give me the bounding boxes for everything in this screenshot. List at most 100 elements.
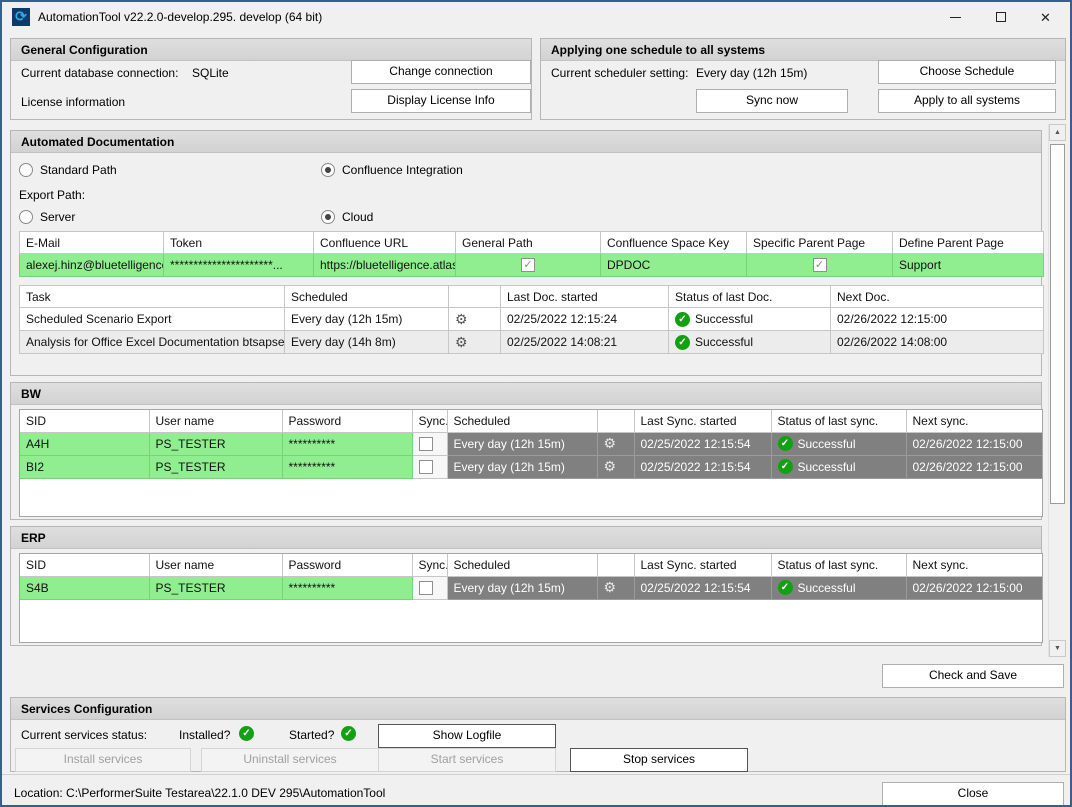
sync-cell[interactable] — [412, 432, 447, 455]
specific-parent-cell[interactable]: ✓ — [747, 254, 893, 277]
bw-group: BW SID User name Password Sync. Schedule… — [10, 382, 1042, 520]
user-cell[interactable]: PS_TESTER — [149, 576, 282, 599]
confluence-data-row: alexej.hinz@bluetelligence... **********… — [20, 254, 1044, 277]
display-license-info-button[interactable]: Display License Info — [351, 89, 531, 113]
standard-path-label: Standard Path — [40, 163, 117, 177]
sync-arrows-icon: ⟳ — [15, 8, 27, 24]
task-started: 02/25/2022 12:15:24 — [501, 308, 669, 331]
task-row: Scheduled Scenario Export Every day (12h… — [20, 308, 1044, 331]
scroll-up-button[interactable]: ▲ — [1049, 124, 1066, 141]
schedule-settings-cell[interactable]: ⚙ — [597, 576, 634, 599]
bw-table: SID User name Password Sync. Scheduled L… — [20, 410, 1043, 479]
success-check-icon: ✓ — [675, 335, 690, 350]
server-radio[interactable] — [19, 210, 33, 224]
confluence-url-cell[interactable]: https://bluetelligence.atlas... — [314, 254, 456, 277]
scroll-down-icon: ▼ — [1054, 645, 1061, 652]
erp-group: ERP SID User name Password Sync. Schedul… — [10, 526, 1042, 646]
started-check-icon: ✓ — [341, 726, 356, 741]
token-cell[interactable]: **********************... — [164, 254, 314, 277]
general-path-checkbox[interactable]: ✓ — [521, 258, 535, 272]
sync-now-button[interactable]: Sync now — [696, 89, 848, 113]
col-sid: SID — [20, 554, 149, 576]
status-cell: ✓Successful — [771, 455, 906, 478]
title-bar: ⟳ AutomationTool v22.2.0-develop.295. de… — [2, 2, 1070, 32]
col-last-sync-started: Last Sync. started — [634, 410, 771, 432]
apply-to-all-systems-button[interactable]: Apply to all systems — [878, 89, 1056, 113]
task-row: Analysis for Office Excel Documentation … — [20, 331, 1044, 354]
window-title: AutomationTool v22.2.0-develop.295. deve… — [38, 10, 322, 24]
uninstall-services-button[interactable]: Uninstall services — [201, 748, 379, 772]
change-connection-button[interactable]: Change connection — [351, 60, 531, 84]
close-button[interactable]: Close — [882, 782, 1064, 806]
schedule-settings-cell[interactable]: ⚙ — [597, 455, 634, 478]
close-window-button[interactable]: ✕ — [1023, 2, 1068, 32]
scheduler-setting-value: Every day (12h 15m) — [696, 66, 807, 80]
task-name: Analysis for Office Excel Documentation … — [20, 331, 285, 354]
stop-services-button[interactable]: Stop services — [570, 748, 748, 772]
check-and-save-button[interactable]: Check and Save — [882, 664, 1064, 688]
confluence-integration-radio[interactable] — [321, 163, 335, 177]
user-cell[interactable]: PS_TESTER — [149, 455, 282, 478]
confluence-integration-label: Confluence Integration — [342, 163, 463, 177]
status-bar: Location: C:\PerformerSuite Testarea\22.… — [2, 774, 1070, 807]
install-services-button[interactable]: Install services — [15, 748, 191, 772]
task-schedule-settings[interactable]: ⚙ — [449, 331, 501, 354]
success-check-icon: ✓ — [778, 580, 793, 595]
last-sync-cell: 02/25/2022 12:15:54 — [634, 432, 771, 455]
col-task: Task — [20, 286, 285, 308]
start-services-button[interactable]: Start services — [378, 748, 556, 772]
schedule-settings-cell[interactable]: ⚙ — [597, 432, 634, 455]
minimize-icon — [950, 17, 961, 18]
confluence-settings-table: E-Mail Token Confluence URL General Path… — [19, 231, 1044, 277]
window-controls: ✕ — [933, 2, 1068, 32]
space-key-cell[interactable]: DPDOC — [601, 254, 747, 277]
task-schedule-settings[interactable]: ⚙ — [449, 308, 501, 331]
started-label: Started? — [289, 728, 334, 742]
standard-path-radio[interactable] — [19, 163, 33, 177]
sync-cell[interactable] — [412, 576, 447, 599]
sync-cell[interactable] — [412, 455, 447, 478]
choose-schedule-button[interactable]: Choose Schedule — [878, 60, 1056, 84]
parent-page-cell[interactable]: Support — [893, 254, 1044, 277]
automated-documentation-title: Automated Documentation — [11, 131, 1041, 153]
user-cell[interactable]: PS_TESTER — [149, 432, 282, 455]
db-connection-value: SQLite — [192, 66, 229, 80]
password-cell[interactable]: ********** — [282, 576, 412, 599]
general-path-cell[interactable]: ✓ — [456, 254, 601, 277]
task-started: 02/25/2022 14:08:21 — [501, 331, 669, 354]
success-check-icon: ✓ — [675, 312, 690, 327]
scheduled-cell: Every day (12h 15m) — [447, 576, 597, 599]
password-cell[interactable]: ********** — [282, 455, 412, 478]
general-configuration-group: General Configuration Current database c… — [10, 38, 532, 120]
middle-scrollbar[interactable]: ▲ ▼ — [1048, 124, 1065, 657]
task-name: Scheduled Scenario Export — [20, 308, 285, 331]
automation-tool-window: ⟳ AutomationTool v22.2.0-develop.295. de… — [0, 0, 1072, 807]
task-scheduled: Every day (14h 8m) — [285, 331, 449, 354]
task-scheduled: Every day (12h 15m) — [285, 308, 449, 331]
scroll-thumb[interactable] — [1050, 144, 1065, 504]
password-cell[interactable]: ********** — [282, 432, 412, 455]
show-logfile-button[interactable]: Show Logfile — [378, 724, 556, 748]
maximize-button[interactable] — [978, 2, 1023, 32]
specific-parent-checkbox[interactable]: ✓ — [813, 258, 827, 272]
installed-label: Installed? — [179, 728, 230, 742]
sync-checkbox[interactable] — [419, 581, 433, 595]
cloud-radio[interactable] — [321, 210, 335, 224]
sid-cell[interactable]: BI2 — [20, 455, 149, 478]
task-next: 02/26/2022 14:08:00 — [831, 331, 1044, 354]
success-check-icon: ✓ — [778, 459, 793, 474]
col-last-sync-started: Last Sync. started — [634, 554, 771, 576]
col-space-key: Confluence Space Key — [601, 232, 747, 254]
schedule-all-group: Applying one schedule to all systems Cur… — [540, 38, 1066, 120]
minimize-button[interactable] — [933, 2, 978, 32]
scheduled-cell: Every day (12h 15m) — [447, 432, 597, 455]
sid-cell[interactable]: A4H — [20, 432, 149, 455]
next-sync-cell: 02/26/2022 12:15:00 — [906, 576, 1043, 599]
sync-checkbox[interactable] — [419, 460, 433, 474]
email-cell[interactable]: alexej.hinz@bluetelligence... — [20, 254, 164, 277]
success-check-icon: ✓ — [778, 436, 793, 451]
sync-checkbox[interactable] — [419, 437, 433, 451]
scroll-down-button[interactable]: ▼ — [1049, 640, 1066, 657]
sid-cell[interactable]: S4B — [20, 576, 149, 599]
export-path-label: Export Path: — [19, 188, 85, 202]
